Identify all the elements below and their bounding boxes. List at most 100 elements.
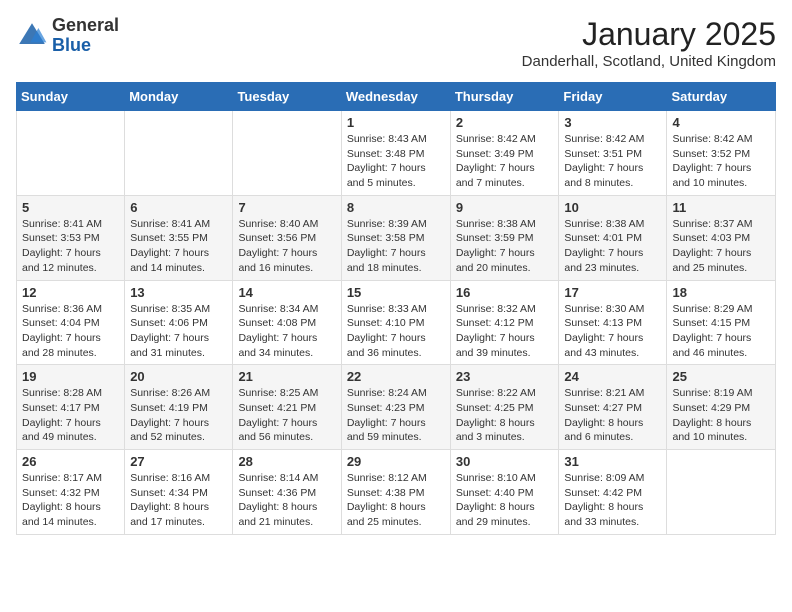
calendar-header-tuesday: Tuesday [233,83,341,111]
calendar-cell: 29 Sunrise: 8:12 AM Sunset: 4:38 PM Dayli… [341,450,450,535]
calendar-cell: 10Sunrise: 8:38 AM Sunset: 4:01 PM Dayli… [559,195,667,280]
calendar-cell: 13 Sunrise: 8:35 AM Sunset: 4:06 PM Dayli… [125,280,233,365]
calendar-header-saturday: Saturday [667,83,776,111]
logo: General Blue [16,16,119,56]
calendar-week-4: 19 Sunrise: 8:28 AM Sunset: 4:17 PM Dayli… [17,365,776,450]
day-info: Sunrise: 8:09 AM Sunset: 4:42 PM Dayligh… [564,471,661,530]
calendar-cell: 22 Sunrise: 8:24 AM Sunset: 4:23 PM Dayli… [341,365,450,450]
day-number: 18 [672,285,770,300]
day-info: Sunrise: 8:22 AM Sunset: 4:25 PM Dayligh… [456,386,554,445]
calendar-cell: 6Sunrise: 8:41 AM Sunset: 3:55 PM Daylig… [125,195,233,280]
calendar-cell [233,111,341,196]
day-info: Sunrise: 8:34 AM Sunset: 4:08 PM Dayligh… [238,302,335,361]
calendar-header-monday: Monday [125,83,233,111]
day-number: 27 [130,454,227,469]
calendar-cell: 20 Sunrise: 8:26 AM Sunset: 4:19 PM Dayli… [125,365,233,450]
day-number: 24 [564,369,661,384]
day-number: 12 [22,285,119,300]
logo-general-text: General [52,15,119,35]
calendar-cell: 23 Sunrise: 8:22 AM Sunset: 4:25 PM Dayli… [450,365,559,450]
calendar-cell: 17 Sunrise: 8:30 AM Sunset: 4:13 PM Dayli… [559,280,667,365]
day-info: Sunrise: 8:14 AM Sunset: 4:36 PM Dayligh… [238,471,335,530]
day-number: 5 [22,200,119,215]
calendar-cell: 26Sunrise: 8:17 AM Sunset: 4:32 PM Dayli… [17,450,125,535]
location-subtitle: Danderhall, Scotland, United Kingdom [522,53,776,70]
day-info: Sunrise: 8:29 AM Sunset: 4:15 PM Dayligh… [672,302,770,361]
day-number: 29 [347,454,445,469]
day-number: 19 [22,369,119,384]
calendar-cell: 18 Sunrise: 8:29 AM Sunset: 4:15 PM Dayli… [667,280,776,365]
day-number: 11 [672,200,770,215]
day-number: 21 [238,369,335,384]
day-number: 17 [564,285,661,300]
calendar-header-friday: Friday [559,83,667,111]
day-number: 16 [456,285,554,300]
day-info: Sunrise: 8:10 AM Sunset: 4:40 PM Dayligh… [456,471,554,530]
day-number: 4 [672,115,770,130]
day-info: Sunrise: 8:28 AM Sunset: 4:17 PM Dayligh… [22,386,119,445]
day-info: Sunrise: 8:35 AM Sunset: 4:06 PM Dayligh… [130,302,227,361]
day-info: Sunrise: 8:42 AM Sunset: 3:52 PM Dayligh… [672,132,770,191]
day-info: Sunrise: 8:42 AM Sunset: 3:49 PM Dayligh… [456,132,554,191]
day-number: 15 [347,285,445,300]
calendar-week-1: 1Sunrise: 8:43 AM Sunset: 3:48 PM Daylig… [17,111,776,196]
day-info: Sunrise: 8:40 AM Sunset: 3:56 PM Dayligh… [238,217,335,276]
day-number: 13 [130,285,227,300]
calendar-cell: 24 Sunrise: 8:21 AM Sunset: 4:27 PM Dayli… [559,365,667,450]
calendar-table: SundayMondayTuesdayWednesdayThursdayFrid… [16,82,776,535]
calendar-week-3: 12 Sunrise: 8:36 AM Sunset: 4:04 PM Dayli… [17,280,776,365]
calendar-cell: 30 Sunrise: 8:10 AM Sunset: 4:40 PM Dayli… [450,450,559,535]
day-info: Sunrise: 8:38 AM Sunset: 3:59 PM Dayligh… [456,217,554,276]
calendar-cell: 11Sunrise: 8:37 AM Sunset: 4:03 PM Dayli… [667,195,776,280]
day-info: Sunrise: 8:16 AM Sunset: 4:34 PM Dayligh… [130,471,227,530]
day-info: Sunrise: 8:30 AM Sunset: 4:13 PM Dayligh… [564,302,661,361]
calendar-cell: 1Sunrise: 8:43 AM Sunset: 3:48 PM Daylig… [341,111,450,196]
day-number: 3 [564,115,661,130]
calendar-cell: 28 Sunrise: 8:14 AM Sunset: 4:36 PM Dayli… [233,450,341,535]
day-info: Sunrise: 8:32 AM Sunset: 4:12 PM Dayligh… [456,302,554,361]
logo-blue-text: Blue [52,35,91,55]
day-number: 23 [456,369,554,384]
day-info: Sunrise: 8:26 AM Sunset: 4:19 PM Dayligh… [130,386,227,445]
calendar-cell: 19 Sunrise: 8:28 AM Sunset: 4:17 PM Dayli… [17,365,125,450]
calendar-cell: 8Sunrise: 8:39 AM Sunset: 3:58 PM Daylig… [341,195,450,280]
calendar-cell: 16 Sunrise: 8:32 AM Sunset: 4:12 PM Dayli… [450,280,559,365]
day-number: 25 [672,369,770,384]
calendar-cell: 3Sunrise: 8:42 AM Sunset: 3:51 PM Daylig… [559,111,667,196]
day-number: 10 [564,200,661,215]
day-number: 9 [456,200,554,215]
calendar-cell: 5 Sunrise: 8:41 AM Sunset: 3:53 PM Daylig… [17,195,125,280]
calendar-cell: 25 Sunrise: 8:19 AM Sunset: 4:29 PM Dayli… [667,365,776,450]
day-number: 30 [456,454,554,469]
day-number: 14 [238,285,335,300]
day-number: 28 [238,454,335,469]
calendar-cell: 14 Sunrise: 8:34 AM Sunset: 4:08 PM Dayli… [233,280,341,365]
day-number: 20 [130,369,227,384]
title-block: January 2025 Danderhall, Scotland, Unite… [522,16,776,70]
day-info: Sunrise: 8:12 AM Sunset: 4:38 PM Dayligh… [347,471,445,530]
day-info: Sunrise: 8:19 AM Sunset: 4:29 PM Dayligh… [672,386,770,445]
day-info: Sunrise: 8:33 AM Sunset: 4:10 PM Dayligh… [347,302,445,361]
calendar-cell: 4 Sunrise: 8:42 AM Sunset: 3:52 PM Daylig… [667,111,776,196]
calendar-header-wednesday: Wednesday [341,83,450,111]
calendar-header-sunday: Sunday [17,83,125,111]
calendar-cell: 7Sunrise: 8:40 AM Sunset: 3:56 PM Daylig… [233,195,341,280]
calendar-cell: 12 Sunrise: 8:36 AM Sunset: 4:04 PM Dayli… [17,280,125,365]
logo-icon [16,20,48,52]
month-title: January 2025 [522,16,776,53]
day-info: Sunrise: 8:39 AM Sunset: 3:58 PM Dayligh… [347,217,445,276]
day-number: 26 [22,454,119,469]
calendar-cell: 2Sunrise: 8:42 AM Sunset: 3:49 PM Daylig… [450,111,559,196]
day-info: Sunrise: 8:21 AM Sunset: 4:27 PM Dayligh… [564,386,661,445]
day-info: Sunrise: 8:41 AM Sunset: 3:53 PM Dayligh… [22,217,119,276]
calendar-cell: 21 Sunrise: 8:25 AM Sunset: 4:21 PM Dayli… [233,365,341,450]
day-info: Sunrise: 8:43 AM Sunset: 3:48 PM Dayligh… [347,132,445,191]
day-number: 22 [347,369,445,384]
day-info: Sunrise: 8:25 AM Sunset: 4:21 PM Dayligh… [238,386,335,445]
calendar-week-5: 26Sunrise: 8:17 AM Sunset: 4:32 PM Dayli… [17,450,776,535]
calendar-cell: 27 Sunrise: 8:16 AM Sunset: 4:34 PM Dayli… [125,450,233,535]
calendar-cell [17,111,125,196]
day-info: Sunrise: 8:24 AM Sunset: 4:23 PM Dayligh… [347,386,445,445]
day-info: Sunrise: 8:36 AM Sunset: 4:04 PM Dayligh… [22,302,119,361]
day-info: Sunrise: 8:41 AM Sunset: 3:55 PM Dayligh… [130,217,227,276]
